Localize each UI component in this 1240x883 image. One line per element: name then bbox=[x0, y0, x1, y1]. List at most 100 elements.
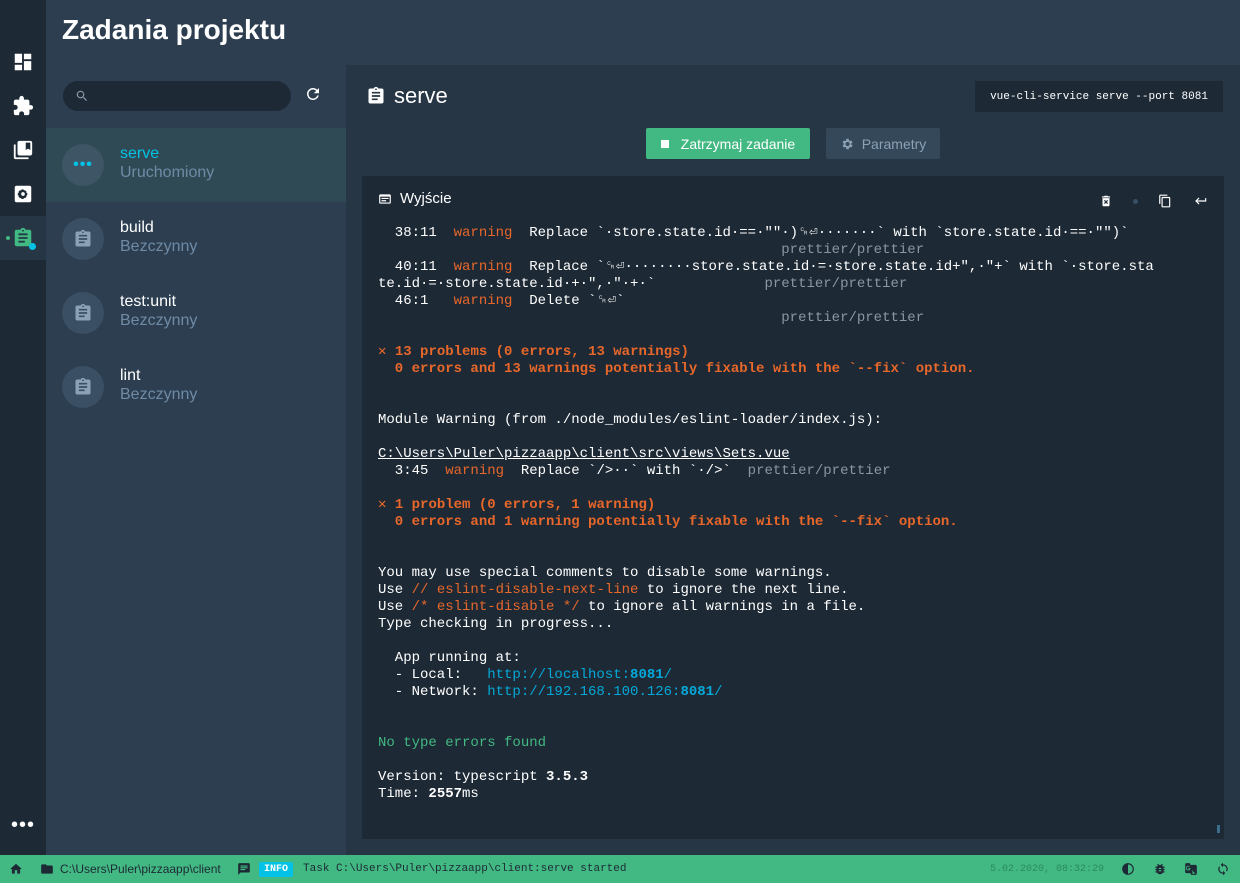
copy-output-button[interactable] bbox=[1156, 192, 1174, 210]
project-path-button[interactable]: C:\Users\Puler\pizzaapp\client bbox=[40, 855, 221, 883]
parameters-label: Parametry bbox=[861, 135, 927, 152]
console-log-button[interactable]: INFO Task C:\Users\Puler\pizzaapp\client… bbox=[237, 855, 626, 883]
clipboard-icon bbox=[62, 366, 104, 408]
stop-icon bbox=[660, 139, 669, 148]
task-command: vue-cli-service serve --port 8081 bbox=[975, 81, 1223, 112]
terminal-line: te.id·=·store.state.id·+·",·"·+·` pretti… bbox=[378, 276, 1214, 293]
log-icon bbox=[238, 863, 250, 875]
gear-icon bbox=[842, 138, 853, 149]
terminal-line: Use // eslint-disable-next-line to ignor… bbox=[378, 582, 1214, 599]
terminal-text: You may use special comments to disable … bbox=[378, 565, 832, 581]
scrollbar[interactable] bbox=[1217, 825, 1220, 833]
terminal-text: Delete `␍⏎` bbox=[512, 293, 625, 309]
task-name: serve bbox=[120, 145, 160, 162]
task-item-lint[interactable]: lint Bezczynny bbox=[46, 350, 346, 424]
terminal-text: 1 problem (0 errors, 1 warning) bbox=[394, 497, 656, 513]
stop-task-button[interactable]: Zatrzymaj zadanie bbox=[646, 128, 810, 159]
separator-dot bbox=[1133, 198, 1138, 204]
terminal-line: - Local: http://localhost:8081/ bbox=[378, 667, 1214, 684]
nav-dependencies[interactable] bbox=[0, 128, 46, 172]
terminal-text: http://localhost: bbox=[487, 667, 631, 683]
sync-icon bbox=[1218, 862, 1228, 876]
search-box[interactable] bbox=[63, 81, 291, 111]
running-badge bbox=[29, 243, 36, 250]
terminal-text: 0 errors and 1 warning potentially fixab… bbox=[378, 514, 958, 530]
refresh-button[interactable] bbox=[304, 85, 324, 105]
terminal-line: 40:11 warning Replace `␍⏎········store.s… bbox=[378, 259, 1214, 276]
terminal-line: Module Warning (from ./node_modules/esli… bbox=[378, 412, 1214, 429]
terminal-text: ✕ bbox=[378, 497, 395, 513]
nav-plugins[interactable] bbox=[0, 84, 46, 128]
translate-button[interactable] bbox=[1184, 855, 1198, 883]
terminal-text: 40:11 bbox=[378, 259, 454, 275]
terminal-text: 8081 bbox=[630, 667, 664, 683]
terminal-line: Use /* eslint-disable */ to ignore all w… bbox=[378, 599, 1214, 616]
dashboard-icon bbox=[14, 53, 32, 71]
task-status: Bezczynny bbox=[120, 312, 198, 329]
terminal-text: warning bbox=[453, 225, 513, 241]
refresh-status-button[interactable] bbox=[1216, 855, 1230, 883]
log-level-badge: INFO bbox=[259, 861, 294, 877]
task-status: Bezczynny bbox=[120, 238, 198, 255]
dark-mode-toggle[interactable] bbox=[1121, 855, 1135, 883]
more-icon[interactable]: ••• bbox=[0, 812, 46, 838]
terminal-text: prettier/prettier bbox=[781, 242, 925, 258]
terminal-text: ✕ bbox=[378, 344, 395, 360]
terminal-text: http://192.168.100.126: bbox=[487, 684, 681, 700]
clear-output-button[interactable] bbox=[1097, 192, 1115, 210]
task-item-serve[interactable]: ••• serve Uruchomiony bbox=[46, 128, 346, 202]
terminal-text: te.id·=·store.state.id·+·",·"·+·` bbox=[378, 276, 765, 292]
configuration-icon bbox=[14, 185, 32, 203]
terminal-output[interactable]: 38:11 warning Replace `·store.state.id·=… bbox=[378, 225, 1214, 825]
task-list-panel: ••• serve Uruchomiony build Bezczynny te… bbox=[46, 65, 346, 855]
terminal-text: warning bbox=[453, 293, 513, 309]
page-title: Zadania projektu bbox=[62, 14, 287, 45]
terminal-line: 38:11 warning Replace `·store.state.id·=… bbox=[378, 225, 1214, 242]
terminal-line: ✕ 1 problem (0 errors, 1 warning) bbox=[378, 497, 1214, 514]
terminal-text: - Local: bbox=[378, 667, 488, 683]
terminal-text: to ignore all warnings in a file. bbox=[579, 599, 866, 615]
terminal-text: / bbox=[663, 667, 673, 683]
plugins-icon bbox=[13, 95, 34, 116]
task-status: Bezczynny bbox=[120, 386, 198, 403]
task-item-build[interactable]: build Bezczynny bbox=[46, 202, 346, 276]
terminal-text: Type checking in progress... bbox=[378, 616, 614, 632]
home-button[interactable] bbox=[9, 855, 23, 883]
nav-configuration[interactable] bbox=[0, 172, 46, 216]
wrap-lines-button[interactable] bbox=[1192, 192, 1210, 210]
terminal-text: prettier/prettier bbox=[747, 463, 891, 479]
task-item-test-unit[interactable]: test:unit Bezczynny bbox=[46, 276, 346, 350]
task-name: build bbox=[120, 219, 154, 236]
search-input[interactable] bbox=[97, 86, 277, 106]
nav-dashboard[interactable] bbox=[0, 40, 46, 84]
nav-tasks[interactable] bbox=[0, 216, 46, 260]
terminal-text: 8081 bbox=[680, 684, 715, 700]
terminal-line: You may use special comments to disable … bbox=[378, 565, 1214, 582]
terminal-text: prettier/prettier bbox=[781, 310, 925, 326]
output-header: Wyjście bbox=[378, 190, 452, 207]
terminal-line: prettier/prettier bbox=[378, 310, 1214, 327]
terminal-text: warning bbox=[445, 463, 505, 479]
report-bug-button[interactable] bbox=[1153, 855, 1167, 883]
task-title: serve bbox=[366, 83, 448, 109]
task-title-text: serve bbox=[394, 83, 448, 108]
terminal-text: / bbox=[714, 684, 723, 700]
terminal-text: Use bbox=[378, 582, 412, 598]
terminal-text: to ignore the next line. bbox=[638, 582, 849, 598]
terminal-text: // eslint-disable-next-line bbox=[411, 582, 639, 598]
terminal-text: - Network: bbox=[378, 684, 488, 700]
parameters-button[interactable]: Parametry bbox=[826, 128, 940, 159]
clipboard-icon bbox=[368, 86, 384, 104]
terminal-line: prettier/prettier bbox=[378, 242, 1214, 259]
status-bar: C:\Users\Puler\pizzaapp\client INFO Task… bbox=[0, 855, 1240, 883]
